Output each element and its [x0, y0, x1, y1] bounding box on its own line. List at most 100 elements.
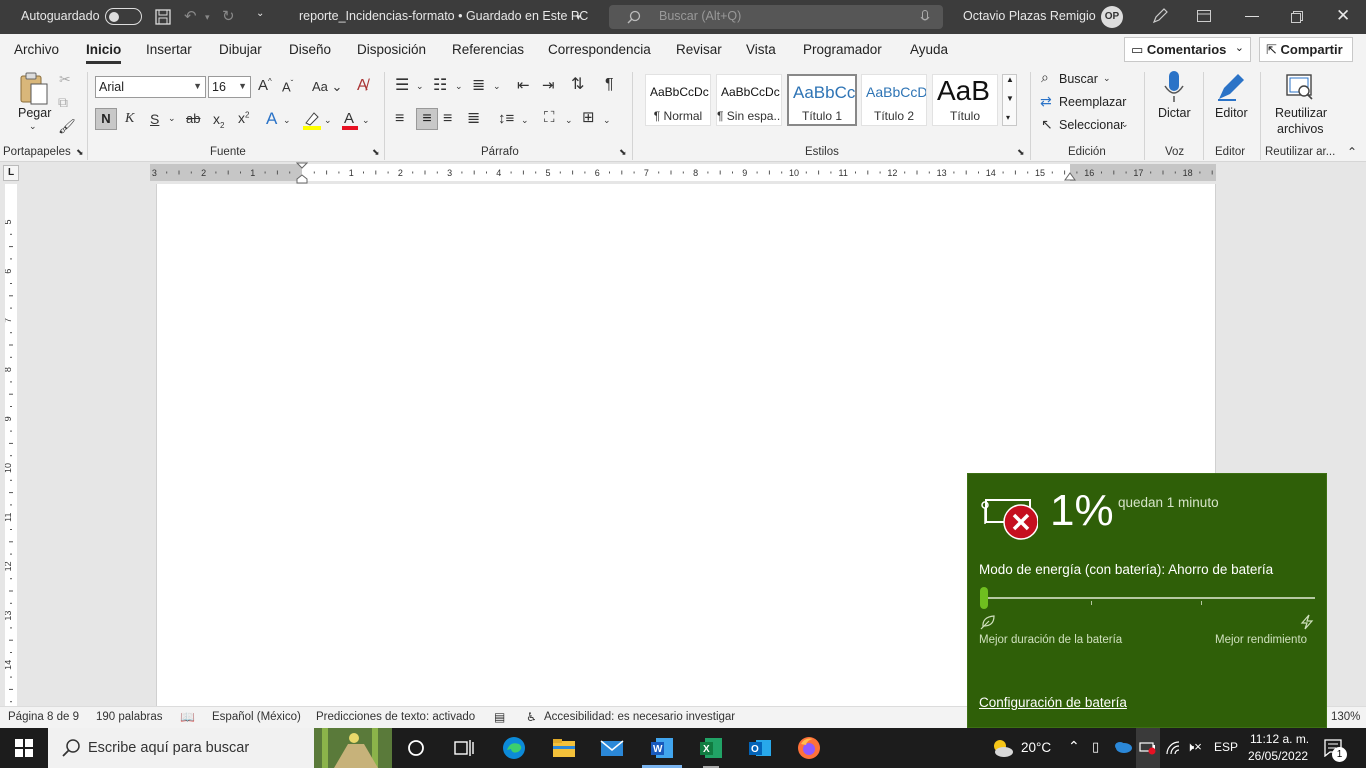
style-heading-2[interactable]: AaBbCcD Título 2: [861, 74, 927, 126]
text-predictions[interactable]: Predicciones de texto: activado: [316, 711, 475, 723]
line-spacing-icon[interactable]: ↕≡: [498, 111, 514, 126]
subscript-icon[interactable]: x2: [213, 112, 224, 130]
font-name-combo[interactable]: Arial ▼: [95, 76, 206, 98]
title-chevron-down-icon[interactable]: ▾: [576, 12, 581, 23]
tab-referencias[interactable]: Referencias: [452, 42, 524, 57]
tab-inicio[interactable]: Inicio: [86, 42, 122, 64]
editor-icon[interactable]: [1216, 72, 1246, 102]
save-icon[interactable]: [155, 9, 171, 25]
language-indicator[interactable]: Español (México): [212, 711, 301, 723]
strikethrough-button[interactable]: ab: [186, 112, 200, 125]
excel-icon[interactable]: X: [699, 736, 723, 760]
clear-formatting-icon[interactable]: A̸: [357, 78, 368, 94]
restore-icon[interactable]: [1291, 11, 1303, 23]
redo-icon[interactable]: ↻: [222, 7, 235, 25]
word-icon[interactable]: W: [650, 736, 674, 760]
grow-font-icon[interactable]: A^: [258, 78, 272, 94]
outlook-icon[interactable]: O: [748, 736, 772, 760]
superscript-icon[interactable]: x2: [238, 111, 249, 125]
numbering-dropdown-icon[interactable]: ⌄: [455, 82, 463, 91]
scroll-up-icon[interactable]: ▲: [1006, 75, 1014, 84]
sort-icon[interactable]: ⇅: [571, 77, 584, 93]
shading-icon[interactable]: ⛶: [544, 110, 555, 125]
replace-button[interactable]: Reemplazar: [1059, 95, 1126, 109]
edge-icon[interactable]: [502, 736, 526, 760]
bullets-dropdown-icon[interactable]: ⌄: [416, 82, 424, 91]
pen-icon[interactable]: [1152, 8, 1168, 24]
find-icon[interactable]: ⌕: [1041, 70, 1049, 84]
reuse-files-label-1[interactable]: Reutilizar: [1275, 106, 1327, 120]
wifi-icon[interactable]: [1165, 740, 1181, 756]
customize-toolbar-icon[interactable]: ⌄: [256, 8, 264, 19]
proofing-icon[interactable]: 📖: [180, 710, 195, 724]
accessibility-icon[interactable]: ♿: [526, 710, 537, 724]
power-mode-slider-thumb[interactable]: [980, 587, 988, 609]
find-button[interactable]: Buscar: [1059, 72, 1098, 86]
tab-insertar[interactable]: Insertar: [146, 42, 192, 57]
power-mode-slider-track[interactable]: [980, 597, 1315, 599]
autosave-toggle[interactable]: [105, 8, 142, 25]
windows-start-icon[interactable]: [15, 739, 33, 757]
align-right-icon[interactable]: ≡: [443, 111, 452, 127]
tab-dibujar[interactable]: Dibujar: [219, 42, 262, 57]
highlight-dropdown-icon[interactable]: ⌄: [324, 116, 332, 125]
tab-archivo[interactable]: Archivo: [14, 42, 59, 57]
paste-label[interactable]: Pegar: [18, 106, 51, 120]
weather-temperature[interactable]: 20°C: [1021, 740, 1051, 755]
avatar[interactable]: OP: [1101, 6, 1123, 28]
paste-icon[interactable]: [19, 72, 49, 106]
decrease-indent-icon[interactable]: ⇤: [517, 78, 530, 93]
style-normal[interactable]: AaBbCcDc ¶ Normal: [645, 74, 711, 126]
battery-tray-button[interactable]: [1136, 728, 1160, 768]
paragraph-launcher-icon[interactable]: ⬊: [619, 148, 627, 157]
close-icon[interactable]: ✕: [1336, 6, 1350, 26]
paste-dropdown-icon[interactable]: ⌄: [29, 122, 37, 131]
font-launcher-icon[interactable]: ⬊: [372, 148, 380, 157]
keyboard-language[interactable]: ESP: [1214, 740, 1238, 754]
document-title[interactable]: reporte_Incidencias-formato • Guardado e…: [299, 9, 588, 23]
mail-icon[interactable]: [600, 736, 624, 760]
text-effects-dropdown-icon[interactable]: ⌄: [283, 116, 291, 125]
align-center-button[interactable]: ≡: [416, 108, 438, 130]
tab-ayuda[interactable]: Ayuda: [910, 42, 948, 57]
vertical-ruler[interactable]: 5 6 7 8 9 10 11 12 13 14: [0, 184, 22, 706]
microphone-icon[interactable]: [1163, 70, 1185, 104]
show-hidden-icons-icon[interactable]: ⌃: [1068, 738, 1080, 755]
select-dropdown-icon[interactable]: ⌄: [1121, 120, 1129, 129]
horizontal-ruler[interactable]: L 3 2 1 1 2 3 4 5 6 7 8 9 10 11 12 13 14 15 16 17 18: [0, 162, 1366, 184]
style-title[interactable]: AaB Título: [932, 74, 998, 126]
shrink-font-icon[interactable]: Aˇ: [282, 80, 293, 94]
highlight-icon[interactable]: [302, 110, 322, 130]
tab-programador[interactable]: Programador: [803, 42, 882, 57]
underline-button[interactable]: S: [150, 112, 159, 126]
style-no-spacing[interactable]: AaBbCcDc ¶ Sin espa...: [716, 74, 782, 126]
increase-indent-icon[interactable]: ⇥: [542, 78, 555, 93]
borders-icon[interactable]: ⊞: [582, 110, 595, 125]
onedrive-icon[interactable]: [1114, 741, 1132, 753]
taskbar-search[interactable]: Escribe aquí para buscar: [48, 728, 392, 768]
line-spacing-dropdown-icon[interactable]: ⌄: [521, 116, 529, 125]
minimize-icon[interactable]: —: [1245, 7, 1259, 23]
tab-vista[interactable]: Vista: [746, 42, 776, 57]
clock-time[interactable]: 11:12 a. m.: [1250, 732, 1309, 746]
borders-dropdown-icon[interactable]: ⌄: [603, 116, 611, 125]
select-icon[interactable]: ↖: [1041, 117, 1053, 131]
collapse-ribbon-icon[interactable]: ⌃: [1347, 146, 1357, 158]
scroll-down-icon[interactable]: ▼: [1006, 94, 1014, 103]
styles-launcher-icon[interactable]: ⬊: [1017, 148, 1025, 157]
style-heading-1[interactable]: AaBbCc Título 1: [787, 74, 857, 126]
cut-icon[interactable]: ✂: [59, 72, 71, 86]
underline-dropdown-icon[interactable]: ⌄: [168, 114, 176, 123]
font-color-icon[interactable]: A: [341, 110, 359, 130]
find-dropdown-icon[interactable]: ⌄: [1103, 74, 1111, 83]
bullets-icon[interactable]: ☰: [395, 78, 409, 94]
ribbon-display-icon[interactable]: [1197, 10, 1211, 22]
change-case-button[interactable]: Aa ⌄: [312, 80, 342, 93]
shading-dropdown-icon[interactable]: ⌄: [565, 116, 573, 125]
user-name[interactable]: Octavio Plazas Remigio: [963, 9, 1096, 23]
undo-dropdown-icon[interactable]: ▾: [205, 12, 210, 23]
tab-correspondencia[interactable]: Correspondencia: [548, 42, 651, 57]
reuse-files-label-2[interactable]: archivos: [1277, 122, 1324, 136]
tab-selector[interactable]: L: [3, 165, 19, 181]
bold-button[interactable]: N: [95, 108, 117, 130]
